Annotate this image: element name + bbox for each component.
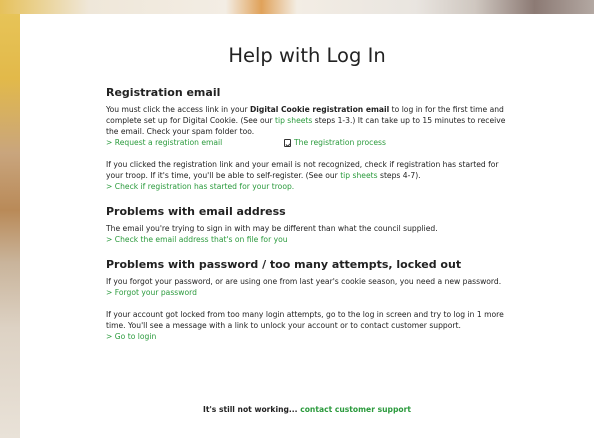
footer-text: It's still not working... [203, 405, 301, 414]
email-problems-heading: Problems with email address [106, 205, 286, 218]
go-to-login-link[interactable]: > Go to login [106, 332, 156, 341]
forgot-password-link[interactable]: > Forgot your password [106, 288, 197, 297]
check-email-on-file-link[interactable]: > Check the email address that's on file… [106, 235, 288, 244]
registration-paragraph-2: If you clicked the registration link and… [106, 160, 499, 180]
password-problems-heading: Problems with password / too many attemp… [106, 258, 462, 271]
footer-support: It's still not working... contact custom… [20, 405, 594, 414]
registration-links-row: > Request a registration email The regis… [106, 137, 516, 148]
background-top-strip [0, 0, 594, 14]
tip-sheets-link-2[interactable]: tip sheets [340, 171, 377, 180]
check-registration-started-link[interactable]: > Check if registration has started for … [106, 182, 294, 191]
request-registration-email-link[interactable]: > Request a registration email [106, 138, 222, 147]
document-check-icon [284, 138, 291, 147]
locked-account-paragraph: If your account got locked from too many… [106, 310, 504, 330]
registration-process-link-wrap[interactable]: The registration process [284, 137, 386, 148]
help-card: Help with Log In Registration email You … [20, 14, 594, 438]
registration-process-link[interactable]: The registration process [294, 138, 386, 147]
help-content: Registration email You must click the ac… [106, 86, 516, 342]
registration-heading: Registration email [106, 86, 221, 99]
background-left-strip [0, 0, 20, 438]
registration-email-emphasis: Digital Cookie registration email [250, 105, 390, 114]
contact-customer-support-link[interactable]: contact customer support [300, 405, 411, 414]
tip-sheets-link[interactable]: tip sheets [275, 116, 312, 125]
password-paragraph: If you forgot your password, or are usin… [106, 277, 502, 286]
registration-paragraph: You must click the access link in your D… [106, 105, 506, 136]
email-problems-paragraph: The email you're trying to sign in with … [106, 224, 438, 233]
page-title: Help with Log In [228, 44, 386, 67]
